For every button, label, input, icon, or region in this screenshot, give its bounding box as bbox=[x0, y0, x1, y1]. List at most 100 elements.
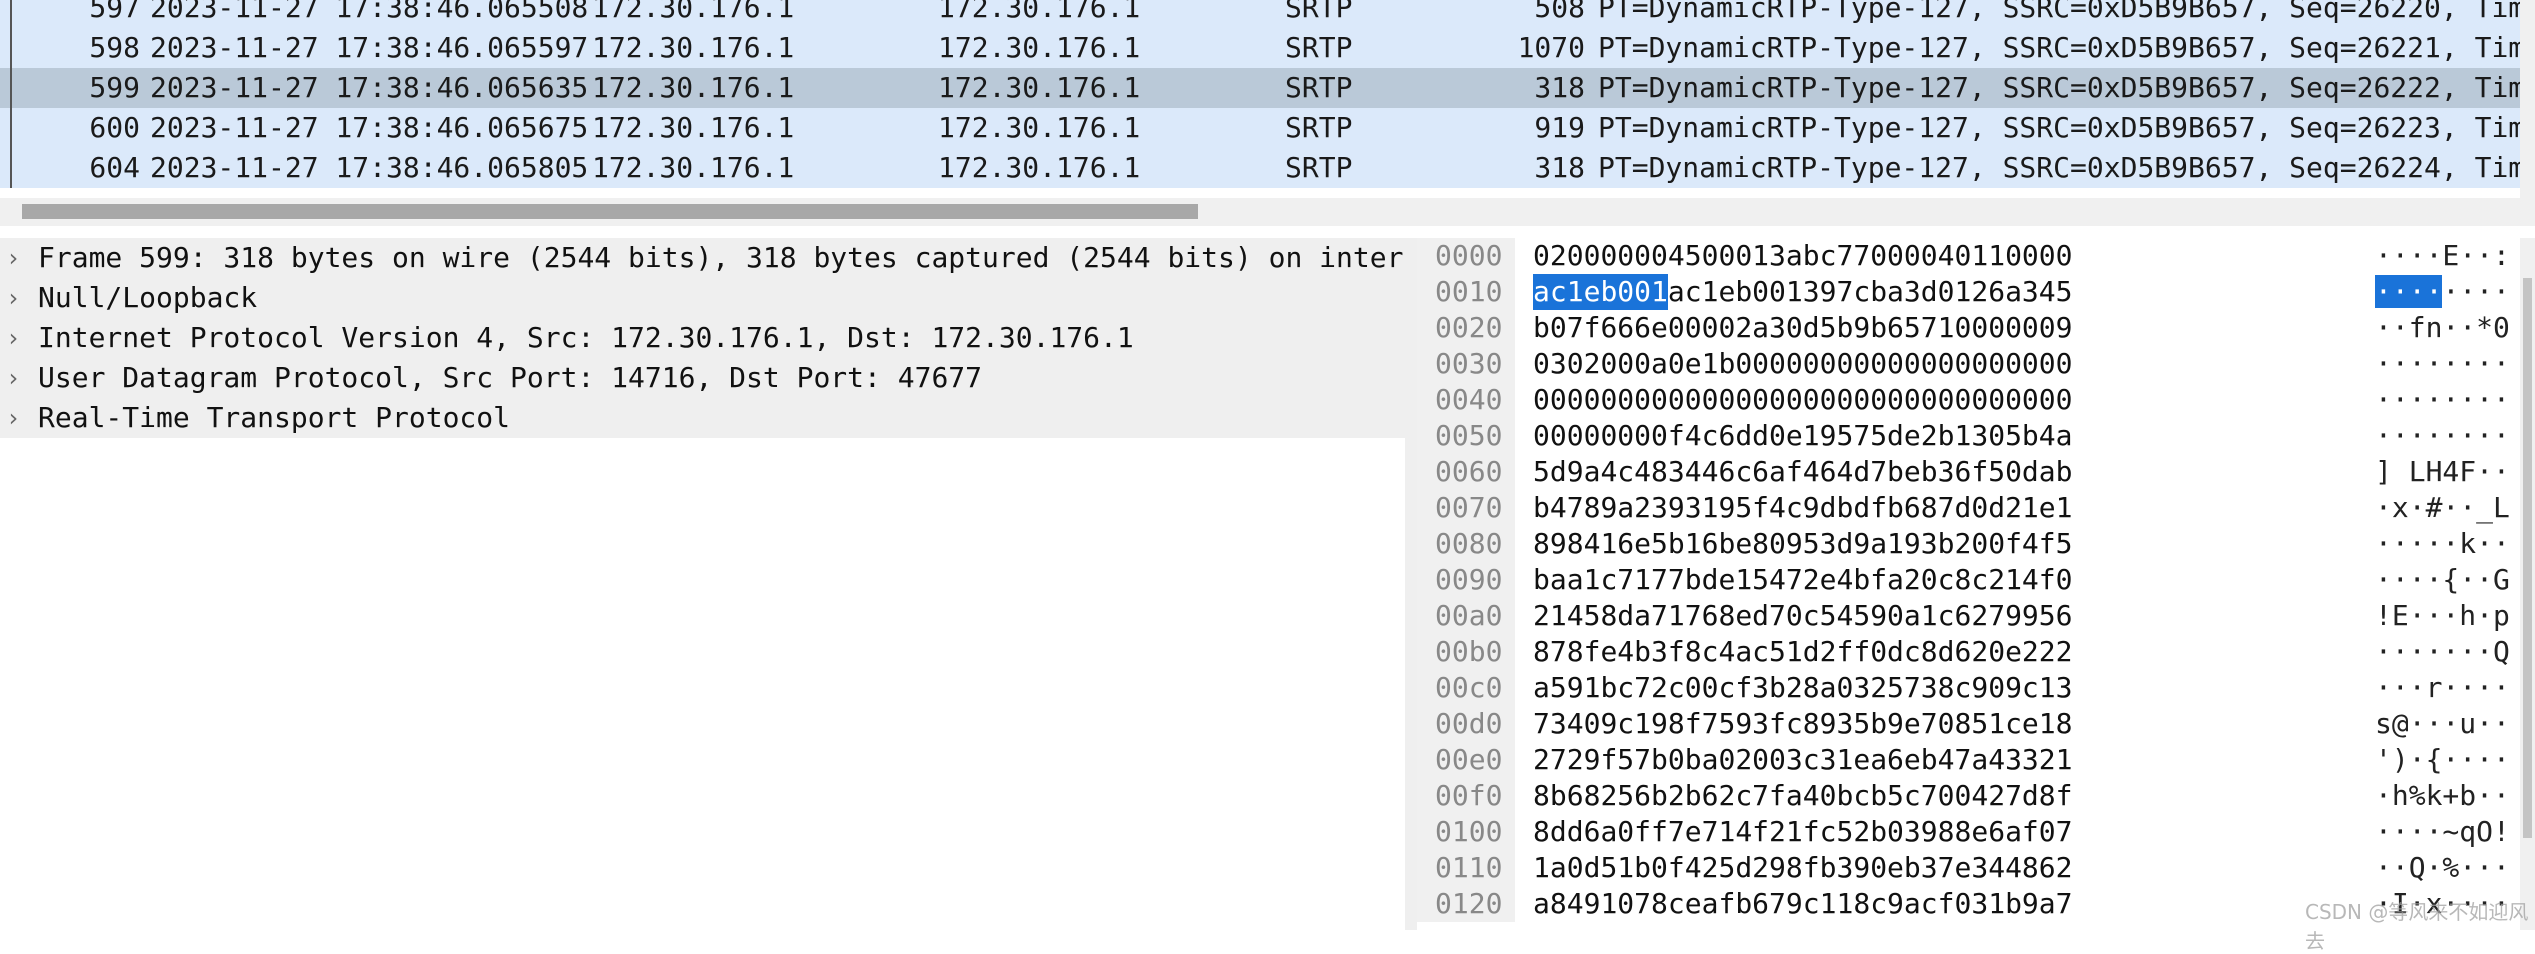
hex-byte[interactable]: 00 bbox=[1938, 382, 1972, 418]
hex-bytes[interactable]: ac 1e b0 01 ac 1e b0 01 39 7c ba 3d 01 2… bbox=[1533, 274, 2073, 310]
ascii-bytes[interactable]: ········ bbox=[2375, 346, 2510, 382]
hex-byte[interactable]: 29 bbox=[1567, 742, 1601, 778]
hex-byte[interactable]: de bbox=[1702, 562, 1736, 598]
hex-byte[interactable]: c8 bbox=[1904, 634, 1938, 670]
packet-list-horizontal-scrollbar[interactable] bbox=[0, 198, 2535, 226]
hex-byte[interactable]: 00 bbox=[2005, 238, 2039, 274]
hex-byte[interactable]: 25 bbox=[1702, 850, 1736, 886]
hex-byte[interactable]: 51 bbox=[1600, 850, 1634, 886]
hex-byte[interactable]: 00 bbox=[1836, 382, 1870, 418]
hex-byte[interactable]: 7f bbox=[1567, 310, 1601, 346]
hex-byte[interactable]: 90 bbox=[1870, 598, 1904, 634]
hex-byte[interactable]: f4 bbox=[1668, 418, 1702, 454]
hex-byte[interactable]: 5d bbox=[1870, 418, 1904, 454]
hex-byte[interactable]: d2 bbox=[1803, 634, 1837, 670]
hex-byte[interactable]: c4 bbox=[1702, 634, 1736, 670]
hex-bytes[interactable]: 02 00 00 00 45 00 01 3a bc 77 00 00 40 1… bbox=[1533, 238, 2073, 274]
hex-byte[interactable]: 30 bbox=[1769, 310, 1803, 346]
ascii-bytes[interactable]: !E···h·p bbox=[2375, 598, 2510, 634]
hex-byte[interactable]: 00 bbox=[1634, 382, 1668, 418]
hex-byte[interactable]: 4c bbox=[1600, 454, 1634, 490]
chevron-right-icon[interactable]: › bbox=[6, 398, 20, 438]
hex-byte[interactable]: 88 bbox=[1938, 814, 1972, 850]
hex-byte[interactable]: 8d bbox=[1600, 598, 1634, 634]
hex-byte[interactable]: 9c bbox=[1600, 706, 1634, 742]
ascii-bytes[interactable]: ·h%k+b·· bbox=[2375, 778, 2510, 814]
hex-byte[interactable]: 00 bbox=[2039, 346, 2073, 382]
hex-bytes[interactable]: 00 00 00 00 00 00 00 00 00 00 00 00 00 0… bbox=[1533, 382, 2073, 418]
hex-byte[interactable]: 51 bbox=[1769, 634, 1803, 670]
hex-bytes[interactable]: b0 7f 66 6e 00 00 2a 30 d5 b9 b6 57 10 0… bbox=[1533, 310, 2073, 346]
hex-byte[interactable]: 16 bbox=[1600, 526, 1634, 562]
hex-byte[interactable]: 0b bbox=[1668, 742, 1702, 778]
hex-byte[interactable]: a7 bbox=[2039, 886, 2073, 922]
ascii-bytes[interactable]: ·······Q bbox=[2375, 634, 2510, 670]
hex-byte[interactable]: 5b bbox=[2005, 418, 2039, 454]
hex-byte[interactable]: 00 bbox=[1668, 310, 1702, 346]
hex-byte[interactable]: e2 bbox=[2005, 634, 2039, 670]
hex-byte[interactable]: f4 bbox=[2005, 526, 2039, 562]
hex-byte[interactable]: c7 bbox=[1735, 778, 1769, 814]
hex-byte[interactable]: 62 bbox=[2039, 850, 2073, 886]
hex-byte[interactable]: a3 bbox=[2005, 274, 2039, 310]
packet-list-vertical-scrollbar[interactable] bbox=[2520, 0, 2535, 198]
hex-byte-selected[interactable]: 01 bbox=[1634, 274, 1668, 310]
hex-byte[interactable]: 26 bbox=[1971, 274, 2005, 310]
hex-byte[interactable]: ce bbox=[1668, 886, 1702, 922]
hex-byte[interactable]: ba bbox=[1533, 562, 1567, 598]
hex-byte[interactable]: d6 bbox=[1567, 814, 1601, 850]
hex-byte[interactable]: 00 bbox=[2005, 310, 2039, 346]
hex-byte[interactable]: 00 bbox=[1803, 382, 1837, 418]
hex-byte[interactable]: c3 bbox=[1803, 742, 1837, 778]
hex-byte[interactable]: 00 bbox=[2039, 382, 2073, 418]
hex-byte[interactable]: 57 bbox=[1836, 418, 1870, 454]
hex-byte[interactable]: 56 bbox=[2039, 598, 2073, 634]
hex-byte[interactable]: b4 bbox=[1533, 490, 1567, 526]
hex-bytes[interactable]: a8 49 10 78 ce af b6 79 c1 18 c9 ac f0 3… bbox=[1533, 886, 2073, 922]
hex-byte[interactable]: d5 bbox=[1803, 310, 1837, 346]
hex-byte[interactable]: 23 bbox=[1634, 490, 1668, 526]
hex-byte[interactable]: 39 bbox=[1904, 814, 1938, 850]
hex-byte[interactable]: a1 bbox=[1904, 598, 1938, 634]
hex-byte[interactable]: 0e bbox=[1769, 418, 1803, 454]
hex-byte[interactable]: 4b bbox=[1836, 562, 1870, 598]
hex-bytes[interactable]: 1a 0d 51 b0 f4 25 d2 98 fb 39 0e b3 7e 3… bbox=[1533, 850, 2073, 886]
hex-byte[interactable]: 1a bbox=[1533, 850, 1567, 886]
hex-byte[interactable]: fb bbox=[1803, 850, 1837, 886]
hex-bytes[interactable]: 87 8f e4 b3 f8 c4 ac 51 d2 ff 0d c8 d6 2… bbox=[1533, 634, 2073, 670]
hex-byte[interactable]: 0e bbox=[1870, 850, 1904, 886]
hex-byte[interactable]: 13 bbox=[2039, 670, 2073, 706]
hex-byte[interactable]: 40 bbox=[1567, 706, 1601, 742]
hex-byte[interactable]: c5 bbox=[1803, 598, 1837, 634]
detail-tree-item[interactable]: › Real-Time Transport Protocol bbox=[0, 398, 1405, 438]
hex-byte[interactable]: 8c bbox=[1938, 670, 1972, 706]
ascii-bytes[interactable]: ···r···· bbox=[2375, 670, 2510, 706]
chevron-right-icon[interactable]: › bbox=[6, 358, 20, 398]
hex-byte[interactable]: fa bbox=[1769, 778, 1803, 814]
hex-byte[interactable]: ed bbox=[1735, 598, 1769, 634]
chevron-right-icon[interactable]: › bbox=[6, 238, 20, 278]
detail-tree-item[interactable]: › Internet Protocol Version 4, Src: 172.3… bbox=[0, 318, 1405, 358]
hex-byte[interactable]: 25 bbox=[1600, 778, 1634, 814]
hex-byte[interactable]: 33 bbox=[2005, 742, 2039, 778]
hex-byte[interactable]: af bbox=[2005, 814, 2039, 850]
hex-byte[interactable]: 00 bbox=[1702, 310, 1736, 346]
hex-byte[interactable]: 00 bbox=[2005, 346, 2039, 382]
hex-byte-selected[interactable]: b0 bbox=[1600, 274, 1635, 310]
hex-byte[interactable]: 00 bbox=[1567, 418, 1601, 454]
ascii-bytes[interactable]: s@···u·· bbox=[2375, 706, 2510, 742]
bytes-scrollbar-thumb[interactable] bbox=[2523, 278, 2532, 838]
hex-byte[interactable]: 00 bbox=[1600, 238, 1634, 274]
hex-byte[interactable]: f5 bbox=[2039, 526, 2073, 562]
hex-byte[interactable]: b9 bbox=[1870, 706, 1904, 742]
hex-byte[interactable]: b2 bbox=[1769, 670, 1803, 706]
hex-byte[interactable]: 00 bbox=[1870, 238, 1904, 274]
hex-byte[interactable]: 00 bbox=[1904, 382, 1938, 418]
hex-byte[interactable]: 00 bbox=[1567, 238, 1601, 274]
hex-byte[interactable]: 46 bbox=[1702, 454, 1736, 490]
hex-byte[interactable]: 7e bbox=[1938, 850, 1972, 886]
hex-byte[interactable]: c7 bbox=[1904, 778, 1938, 814]
hex-byte[interactable]: a6 bbox=[1870, 742, 1904, 778]
hex-byte[interactable]: b3 bbox=[1634, 634, 1668, 670]
hex-byte[interactable]: 00 bbox=[1634, 418, 1668, 454]
